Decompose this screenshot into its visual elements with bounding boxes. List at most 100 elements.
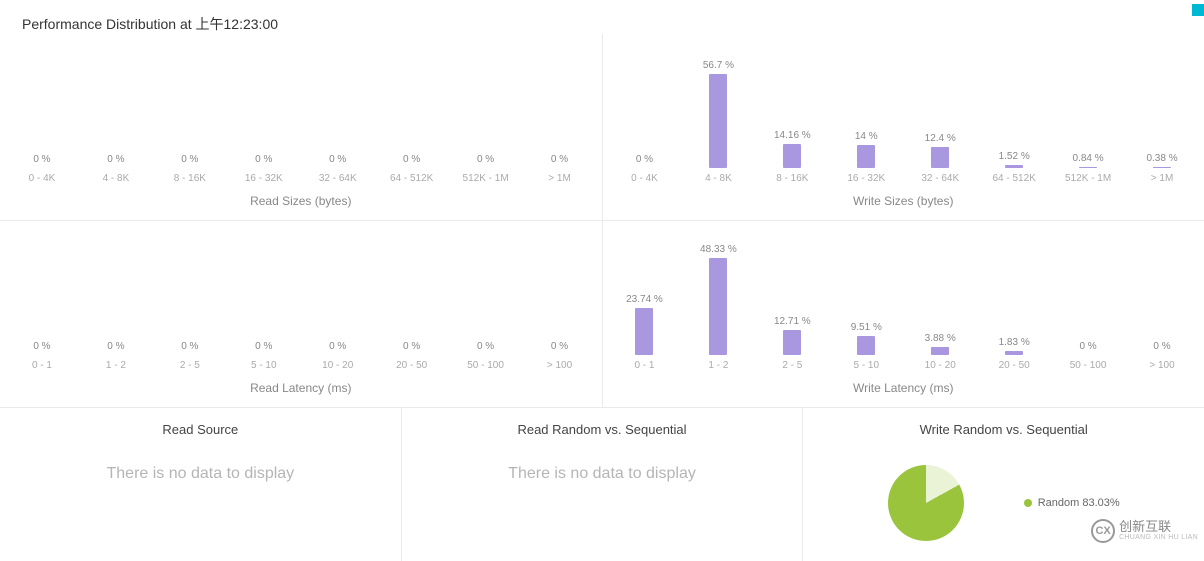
bar-item: 14.16 %8 - 16K bbox=[755, 130, 829, 184]
bar-item: 14 % 16 - 32K bbox=[829, 131, 903, 184]
bar-item: 0 % 1 - 2 bbox=[79, 341, 153, 371]
bar-value-label: 9.51 % bbox=[851, 322, 882, 333]
bar bbox=[1005, 351, 1023, 355]
bar-category-label: 4 - 8K bbox=[705, 173, 732, 184]
bar-value-label: 0 % bbox=[477, 341, 494, 352]
bar-value-label: 0 % bbox=[181, 154, 198, 165]
bar-category-label: 10 - 20 bbox=[925, 360, 956, 371]
bar-item: 56.7 % 4 - 8K bbox=[681, 60, 755, 185]
panel-title: Write Random vs. Sequential bbox=[813, 422, 1194, 437]
bar-value-label: 0 % bbox=[477, 154, 494, 165]
bar-category-label: 0 - 4K bbox=[29, 173, 56, 184]
bar-value-label: 0 % bbox=[255, 341, 272, 352]
bar-item: 0 % 20 - 50 bbox=[375, 341, 449, 371]
bar-value-label: 0 % bbox=[33, 341, 50, 352]
bar-value-label: 0 % bbox=[403, 341, 420, 352]
bar-category-label: 20 - 50 bbox=[396, 360, 427, 371]
bar-value-label: 0 % bbox=[33, 154, 50, 165]
chart-bars: 0 %0 - 4K56.7 %4 - 8K14.16 %8 - 16K14 %1… bbox=[608, 64, 1200, 184]
bar-category-label: 32 - 64K bbox=[921, 173, 959, 184]
bar-category-label: 8 - 16K bbox=[776, 173, 808, 184]
bar-item: 0 % 50 - 100 bbox=[449, 341, 523, 371]
bar-category-label: 2 - 5 bbox=[180, 360, 200, 371]
watermark: CX 创新互联 CHUANG XIN HU LIAN bbox=[1091, 519, 1198, 543]
bar-category-label: 0 - 1 bbox=[634, 360, 654, 371]
bar-value-label: 0 % bbox=[636, 154, 653, 165]
bar-item: 48.33 %1 - 2 bbox=[681, 244, 755, 371]
bar bbox=[635, 308, 653, 355]
bar-category-label: 1 - 2 bbox=[106, 360, 126, 371]
bar-category-label: > 1M bbox=[548, 173, 571, 184]
bar-item: 0 %50 - 100 bbox=[1051, 341, 1125, 371]
bar-item: 0 % 10 - 20 bbox=[301, 341, 375, 371]
bar bbox=[1079, 167, 1097, 168]
bar-category-label: 8 - 16K bbox=[174, 173, 206, 184]
bar-item: 0 %> 1M bbox=[523, 154, 597, 184]
bar-value-label: 0.84 % bbox=[1073, 153, 1104, 164]
bar-category-label: 50 - 100 bbox=[467, 360, 504, 371]
bar-value-label: 0 % bbox=[329, 341, 346, 352]
chart-bars: 0 %0 - 4K0 %4 - 8K0 %8 - 16K0 %16 - 32K0… bbox=[5, 64, 597, 184]
bar bbox=[783, 330, 801, 355]
bar-item: 0 % 0 - 4K bbox=[5, 154, 79, 184]
bar-category-label: 2 - 5 bbox=[782, 360, 802, 371]
bar-category-label: 16 - 32K bbox=[245, 173, 283, 184]
bar-value-label: 1.83 % bbox=[999, 337, 1030, 348]
bar-item: 0 % 16 - 32K bbox=[227, 154, 301, 184]
no-data-message: There is no data to display bbox=[412, 465, 793, 483]
legend-label: Random 83.03% bbox=[1038, 497, 1120, 509]
chart-bars: 0 % 0 - 1 0 % 1 - 2 0 % 2 - 5 0 % 5 - 10 0 % 10 -… bbox=[5, 251, 597, 371]
bar bbox=[709, 258, 727, 355]
panel-title: Read Random vs. Sequential bbox=[412, 422, 793, 437]
bar-item: 0 %32 - 64K bbox=[301, 154, 375, 184]
bar-category-label: 0 - 1 bbox=[32, 360, 52, 371]
panel-title: Read Source bbox=[10, 422, 391, 437]
bar bbox=[931, 147, 949, 168]
bar-value-label: 12.71 % bbox=[774, 316, 811, 327]
bar-item: 0 % > 100 bbox=[1125, 341, 1199, 371]
bar-category-label: 5 - 10 bbox=[251, 360, 277, 371]
bar-value-label: 0 % bbox=[403, 154, 420, 165]
bar-category-label: > 100 bbox=[547, 360, 572, 371]
bar-value-label: 0 % bbox=[1153, 341, 1170, 352]
bar-item: 12.4 % 32 - 64K bbox=[903, 133, 977, 184]
chart-read-sizes: 0 %0 - 4K0 %4 - 8K0 %8 - 16K0 %16 - 32K0… bbox=[0, 34, 602, 220]
bar-item: 0 % 64 - 512K bbox=[375, 154, 449, 184]
bar-category-label: 16 - 32K bbox=[847, 173, 885, 184]
bar-item: 0 %0 - 4K bbox=[608, 154, 682, 184]
bar-item: 0 % > 100 bbox=[523, 341, 597, 371]
bar-item: 12.71 % 2 - 5 bbox=[755, 316, 829, 371]
bar-value-label: 0 % bbox=[329, 154, 346, 165]
bar-item: 9.51 % 5 - 10 bbox=[829, 322, 903, 371]
bar-category-label: 4 - 8K bbox=[103, 173, 130, 184]
bar-value-label: 0 % bbox=[255, 154, 272, 165]
bar-category-label: > 100 bbox=[1149, 360, 1174, 371]
panel-read-source: Read Source There is no data to display bbox=[0, 408, 401, 561]
bar-category-label: 5 - 10 bbox=[853, 360, 879, 371]
watermark-en: CHUANG XIN HU LIAN bbox=[1119, 534, 1198, 542]
bar-item: 0.84 % 512K - 1M bbox=[1051, 153, 1125, 184]
bar-value-label: 56.7 % bbox=[703, 60, 734, 71]
bar-item: 3.88 %10 - 20 bbox=[903, 333, 977, 371]
bar-category-label: 10 - 20 bbox=[322, 360, 353, 371]
bar-value-label: 0 % bbox=[107, 341, 124, 352]
bar-item: 1.83 %20 - 50 bbox=[977, 337, 1051, 371]
watermark-logo-icon: CX bbox=[1091, 519, 1115, 543]
bar-item: 0.38 % > 1M bbox=[1125, 153, 1199, 184]
chart-axis-title: Write Sizes (bytes) bbox=[608, 194, 1200, 208]
bar-value-label: 12.4 % bbox=[925, 133, 956, 144]
bar-item: 0 %512K - 1M bbox=[449, 154, 523, 184]
chart-axis-title: Read Sizes (bytes) bbox=[5, 194, 597, 208]
bar bbox=[783, 144, 801, 168]
bar-category-label: > 1M bbox=[1151, 173, 1174, 184]
bar-category-label: 512K - 1M bbox=[1065, 173, 1111, 184]
bar bbox=[709, 74, 727, 169]
pie-chart bbox=[888, 465, 964, 541]
bar-category-label: 64 - 512K bbox=[390, 173, 433, 184]
bar-value-label: 14 % bbox=[855, 131, 878, 142]
bar-value-label: 0.38 % bbox=[1146, 153, 1177, 164]
panel-read-random-seq: Read Random vs. Sequential There is no d… bbox=[401, 408, 803, 561]
bar-value-label: 0 % bbox=[551, 341, 568, 352]
bar-item: 0 % 5 - 10 bbox=[227, 341, 301, 371]
bar-category-label: 1 - 2 bbox=[708, 360, 728, 371]
